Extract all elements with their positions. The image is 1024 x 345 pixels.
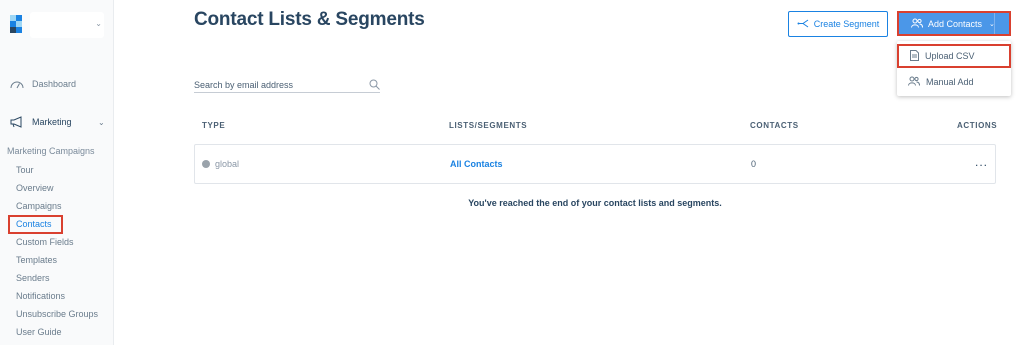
more-actions-icon: ...	[975, 155, 989, 169]
sidebar-item-unsubscribe-groups[interactable]: Unsubscribe Groups	[16, 309, 98, 319]
add-contacts-label: Add Contacts	[928, 18, 983, 29]
segment-icon	[797, 19, 809, 30]
nav-marketing[interactable]: Marketing ⌄	[10, 116, 105, 128]
end-of-list-message: You've reached the end of your contact l…	[468, 198, 722, 208]
megaphone-icon	[10, 116, 26, 128]
status-dot	[202, 160, 210, 168]
add-contacts-dropdown: Upload CSV Manual Add	[897, 41, 1011, 96]
contacts-highlight-box	[8, 215, 63, 234]
sidebar-item-tour[interactable]: Tour	[16, 165, 34, 175]
search-input[interactable]	[194, 76, 364, 90]
column-header-type: TYPE	[202, 121, 226, 130]
brand-logo[interactable]	[10, 15, 24, 37]
page-title: Contact Lists & Segments	[194, 9, 425, 30]
actions-menu-button[interactable]: ...	[975, 155, 988, 169]
search-bar	[194, 76, 380, 93]
document-icon	[910, 49, 919, 63]
upload-csv-option[interactable]: Upload CSV	[897, 44, 1011, 68]
sidebar-item-custom-fields[interactable]: Custom Fields	[16, 237, 74, 247]
manual-add-label: Manual Add	[926, 77, 974, 87]
create-segment-button[interactable]: Create Segment	[788, 11, 888, 37]
nav-dashboard[interactable]: Dashboard	[10, 78, 76, 90]
sidebar-item-overview[interactable]: Overview	[16, 183, 54, 193]
account-switcher[interactable]: ⌄	[30, 12, 104, 38]
users-icon	[908, 76, 920, 88]
contacts-count: 0	[751, 159, 757, 169]
column-header-contacts: CONTACTS	[750, 121, 799, 130]
upload-csv-label: Upload CSV	[925, 51, 975, 61]
type-cell: global	[202, 159, 239, 169]
nav-dashboard-label: Dashboard	[32, 79, 77, 89]
column-header-actions: ACTIONS	[957, 121, 998, 130]
sidebar-item-senders[interactable]: Senders	[16, 273, 50, 283]
sidebar-item-user-guide[interactable]: User Guide	[16, 327, 62, 337]
sidebar: ⌄ Dashboard Marketing ⌄ Marketing Campai…	[0, 0, 114, 345]
type-value: global	[215, 159, 240, 169]
gauge-icon	[10, 78, 26, 90]
chevron-down-icon: ⌄	[98, 117, 105, 127]
button-divider	[994, 13, 995, 34]
column-header-lists-segments: LISTS/SEGMENTS	[449, 121, 528, 130]
list-name-link[interactable]: All Contacts	[450, 159, 503, 169]
sidebar-item-templates[interactable]: Templates	[16, 255, 57, 265]
sidebar-item-notifications[interactable]: Notifications	[16, 291, 65, 301]
chevron-down-icon: ⌄	[95, 19, 102, 28]
sidebar-item-campaigns[interactable]: Campaigns	[16, 201, 62, 211]
table-row: global All Contacts 0 ...	[194, 144, 996, 184]
marketing-campaigns-heading: Marketing Campaigns	[7, 146, 95, 156]
users-icon	[911, 18, 923, 30]
create-segment-label: Create Segment	[813, 19, 880, 29]
add-contacts-button[interactable]: Add Contacts ⌄	[897, 11, 1011, 36]
search-icon[interactable]	[369, 79, 380, 92]
nav-marketing-label: Marketing	[32, 117, 72, 127]
manual-add-option[interactable]: Manual Add	[897, 70, 1011, 94]
